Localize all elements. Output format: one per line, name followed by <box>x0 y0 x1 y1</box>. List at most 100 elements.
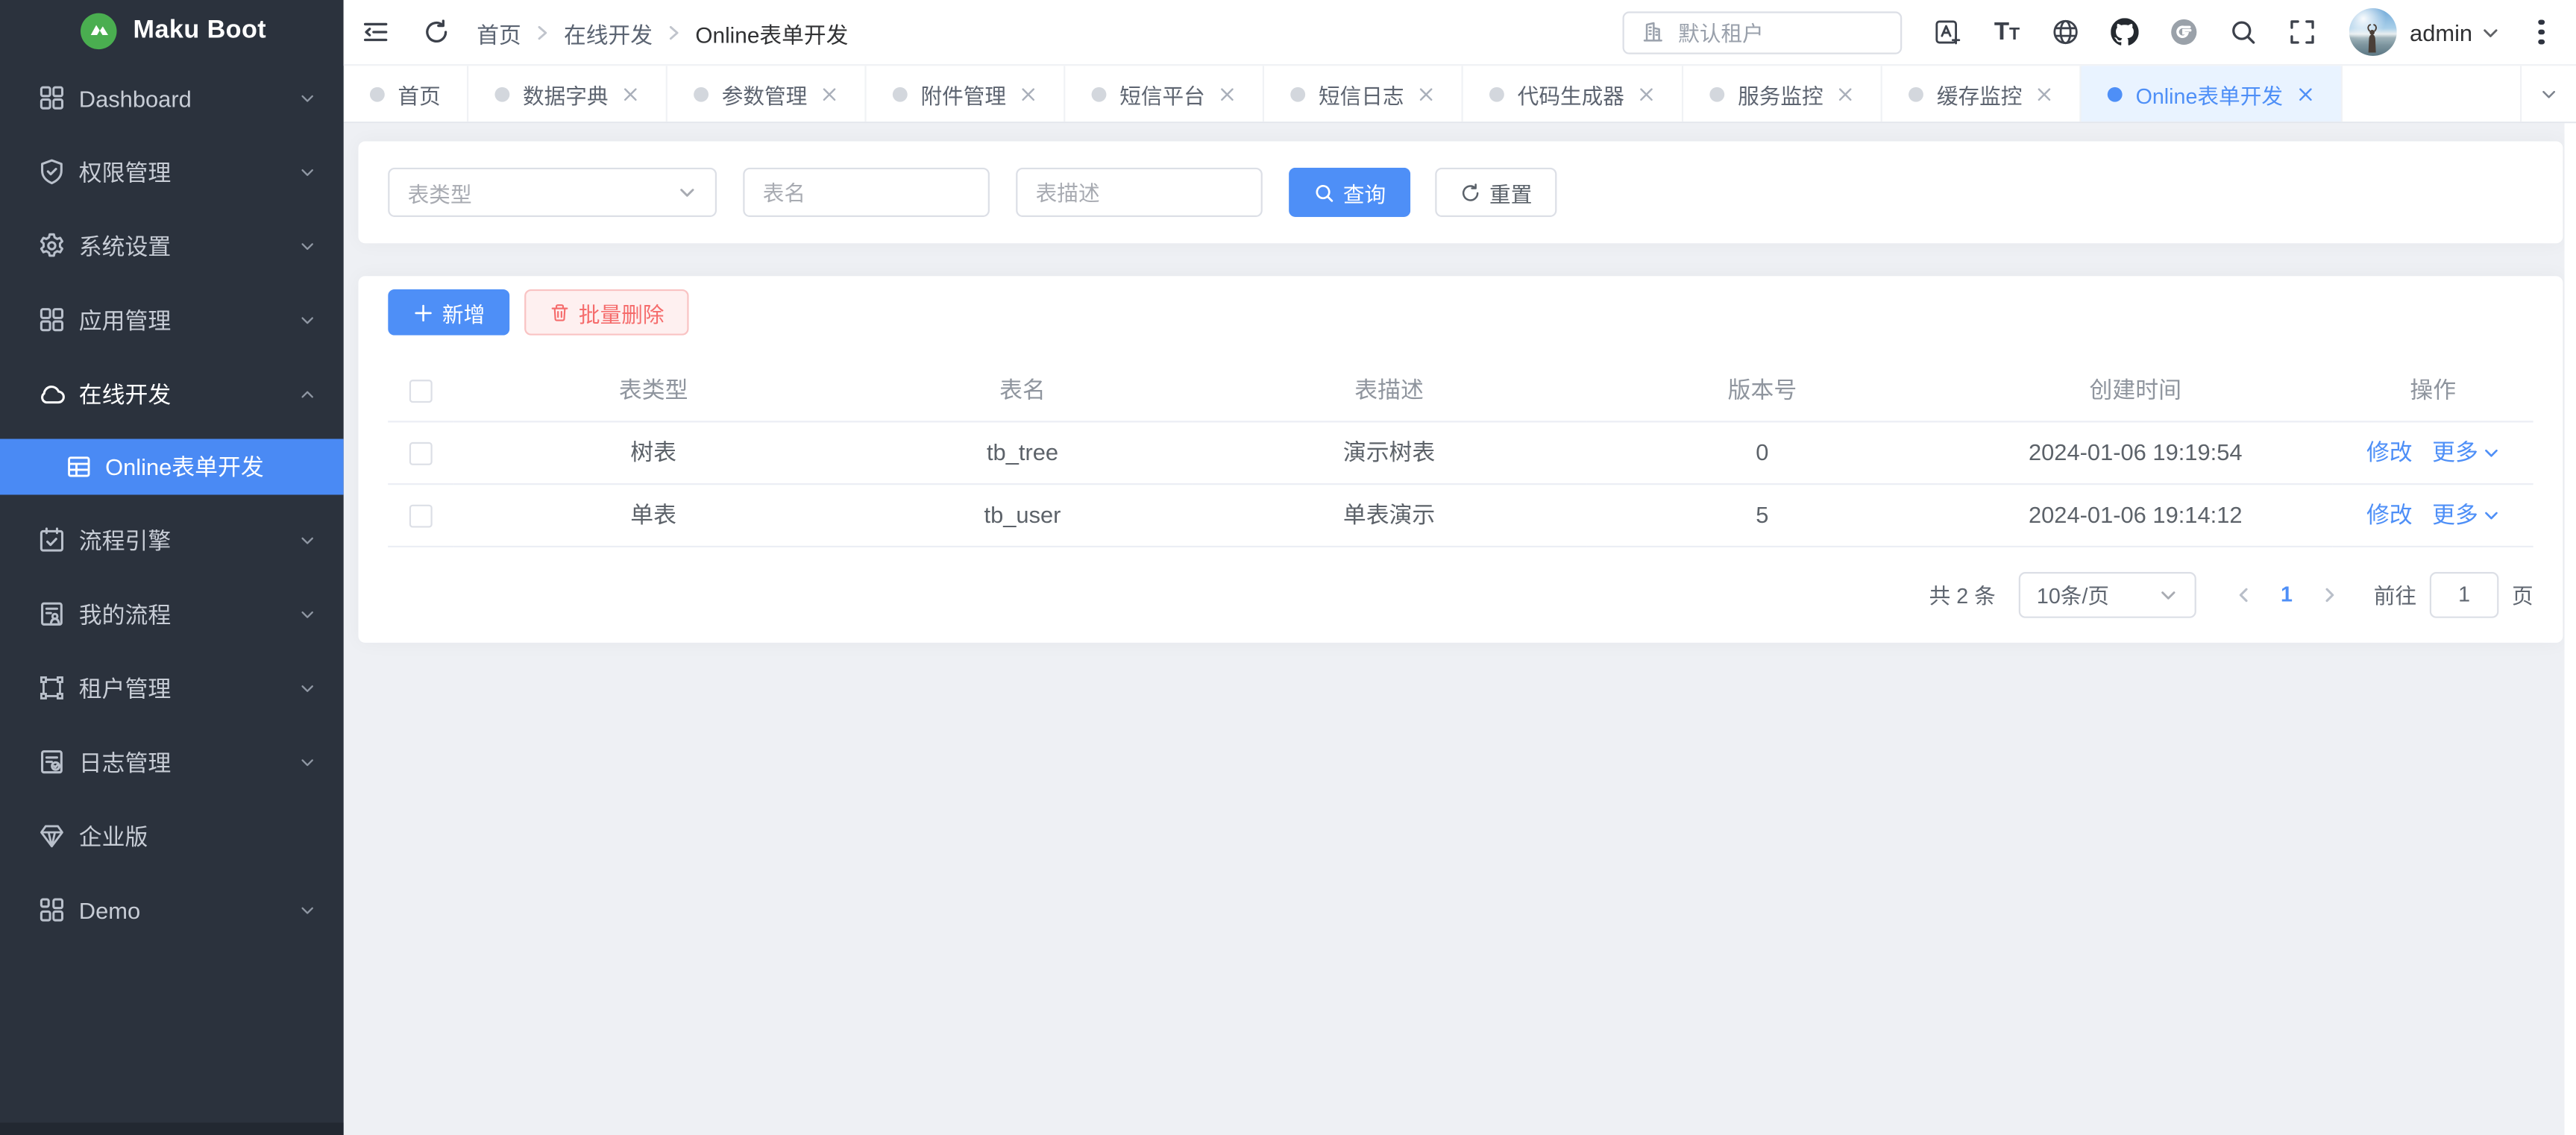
gear-icon <box>38 232 66 260</box>
gitee-icon[interactable] <box>2170 17 2199 47</box>
tab-label: 首页 <box>398 78 440 110</box>
table-desc-input[interactable] <box>1016 168 1263 217</box>
tab-label: 代码生成器 <box>1518 78 1624 110</box>
goto-page-input[interactable] <box>2430 571 2499 617</box>
cell-version: 5 <box>1586 483 1938 546</box>
prev-page-icon[interactable] <box>2222 571 2265 617</box>
close-icon[interactable] <box>1218 85 1236 103</box>
table-type-placeholder: 表类型 <box>408 177 472 208</box>
tab-label: 服务监控 <box>1738 78 1823 110</box>
sidebar-item-label: 我的流程 <box>79 597 171 630</box>
collapse-sidebar-icon[interactable] <box>362 18 389 45</box>
sidebar-item-dashboard[interactable]: Dashboard <box>0 61 344 135</box>
tab-dot <box>1909 87 1923 101</box>
user-menu[interactable]: admin <box>2410 19 2472 45</box>
sidebar: Maku Boot Dashboard 权限管理 系统设置 应用管理 <box>0 0 344 1135</box>
row-checkbox[interactable] <box>409 505 433 528</box>
sidebar-item-enterprise[interactable]: 企业版 <box>0 799 344 873</box>
chevron-down-icon <box>298 900 317 919</box>
breadcrumb-online-dev[interactable]: 在线开发 <box>564 16 653 48</box>
sidebar-scrollbar[interactable] <box>0 1122 344 1135</box>
edit-link[interactable]: 修改 <box>2366 501 2413 527</box>
search-button[interactable]: 查询 <box>1289 168 1410 217</box>
page-size-select[interactable]: 10条/页 <box>2019 571 2196 617</box>
tab-code-generator[interactable]: 代码生成器 <box>1463 66 1683 122</box>
column-header-version: 版本号 <box>1586 359 1938 421</box>
tabs-spacer <box>2342 66 2520 122</box>
page-number-current[interactable]: 1 <box>2265 582 2308 606</box>
more-dropdown[interactable]: 更多 <box>2432 498 2499 531</box>
tab-params[interactable]: 参数管理 <box>667 66 867 122</box>
font-size-icon[interactable]: TT <box>1992 17 2022 47</box>
sidebar-item-log-management[interactable]: 日志管理 <box>0 725 344 799</box>
calendar-check-icon <box>38 526 66 553</box>
sidebar-item-system-settings[interactable]: 系统设置 <box>0 209 344 283</box>
sidebar-item-label: 企业版 <box>79 820 148 852</box>
more-menu-icon[interactable] <box>2530 19 2553 45</box>
close-icon[interactable] <box>2296 85 2314 103</box>
close-icon[interactable] <box>1020 85 1037 103</box>
tab-home[interactable]: 首页 <box>344 66 469 122</box>
more-dropdown[interactable]: 更多 <box>2432 436 2499 468</box>
close-icon[interactable] <box>1836 85 1854 103</box>
chevron-down-icon[interactable] <box>2481 22 2500 42</box>
app-logo[interactable]: Maku Boot <box>0 0 344 61</box>
sidebar-item-online-dev[interactable]: 在线开发 <box>0 356 344 430</box>
tenant-value: 默认租户 <box>1678 16 1764 48</box>
reset-button[interactable]: 重置 <box>1435 168 1556 217</box>
sidebar-item-my-workflow[interactable]: 我的流程 <box>0 577 344 651</box>
batch-delete-button[interactable]: 批量删除 <box>524 289 688 336</box>
avatar[interactable] <box>2349 8 2396 56</box>
refresh-icon[interactable] <box>422 18 450 45</box>
row-checkbox[interactable] <box>409 442 433 465</box>
frame-icon <box>38 674 66 702</box>
close-icon[interactable] <box>621 85 639 103</box>
i18n-icon[interactable] <box>1933 17 1963 47</box>
tabs-dropdown-icon[interactable] <box>2520 66 2576 122</box>
chevron-down-icon <box>298 309 317 329</box>
add-button-label: 新增 <box>442 297 485 328</box>
logo-icon <box>81 13 116 48</box>
close-icon[interactable] <box>1417 85 1435 103</box>
github-icon[interactable] <box>2111 17 2140 47</box>
grid-icon <box>38 84 66 111</box>
next-page-icon[interactable] <box>2308 571 2351 617</box>
language-globe-icon[interactable] <box>2052 17 2082 47</box>
sidebar-item-app-management[interactable]: 应用管理 <box>0 283 344 356</box>
tab-data-dict[interactable]: 数据字典 <box>468 66 667 122</box>
page-size-value: 10条/页 <box>2037 579 2109 610</box>
more-label: 更多 <box>2432 498 2478 531</box>
sidebar-item-label: 日志管理 <box>79 746 171 779</box>
sidebar-item-workflow-engine[interactable]: 流程引擎 <box>0 503 344 576</box>
tab-sms-platform[interactable]: 短信平台 <box>1065 66 1264 122</box>
select-all-checkbox[interactable] <box>409 380 433 403</box>
tab-label: 附件管理 <box>920 78 1006 110</box>
tab-service-monitor[interactable]: 服务监控 <box>1683 66 1882 122</box>
scrollbar[interactable] <box>2565 123 2576 1135</box>
breadcrumb: 首页 在线开发 Online表单开发 <box>477 16 848 48</box>
close-icon[interactable] <box>820 85 838 103</box>
tenant-select[interactable]: 默认租户 <box>1622 10 1902 53</box>
sidebar-item-label: 在线开发 <box>79 377 171 410</box>
add-button[interactable]: 新增 <box>388 289 509 336</box>
edit-link[interactable]: 修改 <box>2366 439 2413 465</box>
tab-online-form[interactable]: Online表单开发 <box>2082 66 2343 122</box>
fullscreen-icon[interactable] <box>2288 17 2318 47</box>
cell-version: 0 <box>1586 421 1938 483</box>
breadcrumb-home[interactable]: 首页 <box>477 16 521 48</box>
search-icon[interactable] <box>2229 17 2259 47</box>
table-name-input[interactable] <box>743 168 990 217</box>
tab-cache-monitor[interactable]: 缓存监控 <box>1882 66 2082 122</box>
sidebar-item-permissions[interactable]: 权限管理 <box>0 135 344 209</box>
tab-attachments[interactable]: 附件管理 <box>867 66 1066 122</box>
tab-label: 短信日志 <box>1319 78 1404 110</box>
close-icon[interactable] <box>2035 85 2053 103</box>
sidebar-item-online-form-dev[interactable]: Online表单开发 <box>0 439 344 495</box>
table-panel: 新增 批量删除 表类型 表名 表描述 <box>359 276 2563 641</box>
sidebar-item-demo[interactable]: Demo <box>0 873 344 946</box>
top-navbar: 首页 在线开发 Online表单开发 默认租户 TT <box>344 0 2576 66</box>
close-icon[interactable] <box>1638 85 1656 103</box>
table-type-select[interactable]: 表类型 <box>388 168 717 217</box>
sidebar-item-tenant-management[interactable]: 租户管理 <box>0 651 344 725</box>
tab-sms-log[interactable]: 短信日志 <box>1264 66 1463 122</box>
